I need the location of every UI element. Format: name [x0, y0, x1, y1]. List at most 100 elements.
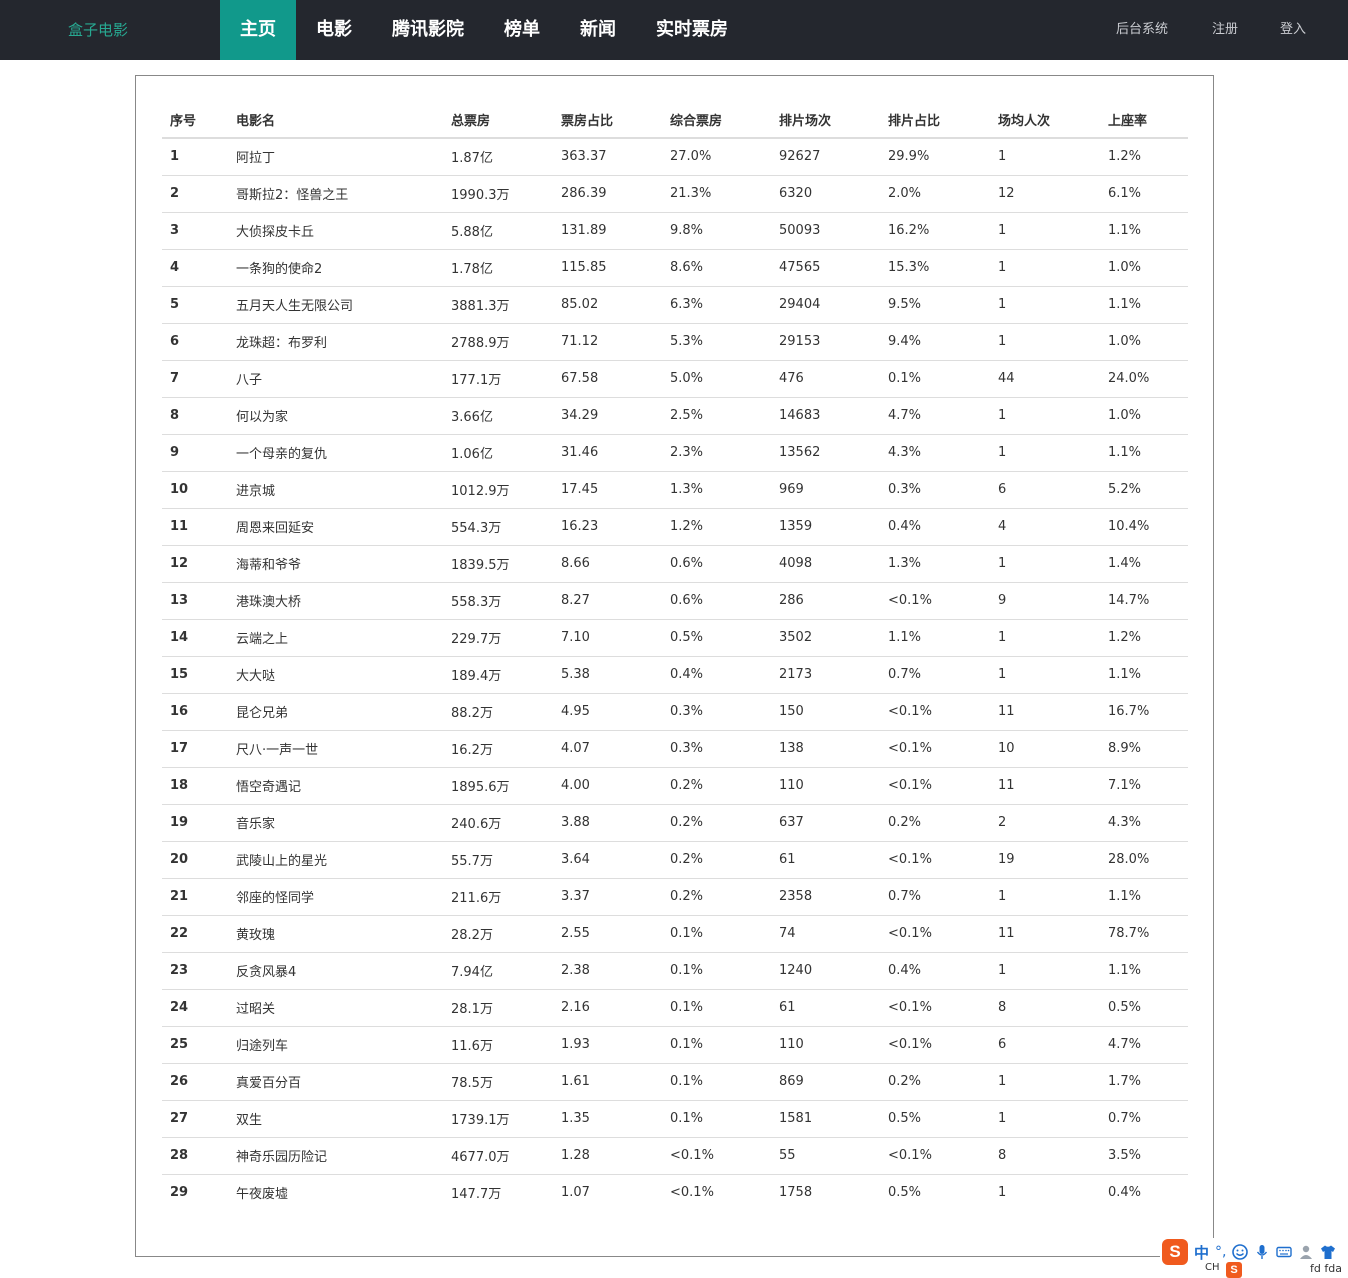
cell-rank: 5: [162, 286, 228, 324]
ime-logo-icon[interactable]: S: [1162, 1239, 1188, 1265]
cell-movie-name: 阿拉丁: [228, 138, 443, 176]
cell-screenings: 150: [771, 693, 880, 731]
ime-tail-text: fd fda: [1310, 1262, 1342, 1275]
nav-item-home[interactable]: 主页: [220, 0, 296, 60]
cell-total-boxoffice: 554.3万: [443, 508, 553, 546]
cell-movie-name: 周恩来回延安: [228, 508, 443, 546]
cell-avg-attendance: 1: [990, 138, 1100, 176]
nav-item-news[interactable]: 新闻: [560, 0, 636, 60]
cell-combined-boxoffice: 0.1%: [662, 1063, 771, 1101]
cell-screening-share: <0.1%: [880, 841, 990, 879]
cell-combined-boxoffice: 0.5%: [662, 619, 771, 657]
keyboard-icon[interactable]: [1276, 1244, 1293, 1260]
user-icon[interactable]: [1298, 1244, 1314, 1260]
cell-combined-boxoffice: 0.1%: [662, 952, 771, 990]
ime-punct-label[interactable]: °,: [1215, 1244, 1226, 1260]
cell-movie-name: 黄玫瑰: [228, 915, 443, 953]
cell-avg-attendance: 1: [990, 212, 1100, 250]
cell-screenings: 29404: [771, 286, 880, 324]
cell-avg-attendance: 1: [990, 545, 1100, 583]
cell-screening-share: 9.4%: [880, 323, 990, 361]
table-row: 15 大大哒 189.4万 5.38 0.4% 2173 0.7% 1 1.1%: [162, 656, 1188, 694]
cell-occupancy: 10.4%: [1100, 508, 1188, 546]
cell-occupancy: 3.5%: [1100, 1137, 1188, 1175]
cell-screenings: 138: [771, 730, 880, 768]
cell-movie-name: 港珠澳大桥: [228, 582, 443, 620]
brand-logo[interactable]: 盒子电影: [68, 0, 128, 60]
cell-occupancy: 0.4%: [1108, 1185, 1142, 1201]
cell-boxoffice-share: 31.46: [553, 434, 662, 472]
admin-link[interactable]: 后台系统: [1116, 0, 1168, 60]
cell-screenings: 1359: [771, 508, 880, 546]
cell-boxoffice-share: 4.07: [553, 730, 662, 768]
cell-occupancy: 14.7%: [1100, 582, 1188, 620]
cell-movie-name: 归途列车: [228, 1026, 443, 1064]
cell-screenings: 110: [771, 767, 880, 805]
cell-boxoffice-share: 17.45: [553, 471, 662, 509]
cell-combined-boxoffice: 0.2%: [662, 841, 771, 879]
cell-rank: 20: [162, 841, 228, 879]
cell-screening-share: 0.5%: [888, 1185, 922, 1201]
cell-combined-boxoffice: 21.3%: [662, 175, 771, 213]
cell-movie-name: 一个母亲的复仇: [228, 434, 443, 472]
nav-item-tencent-cinema[interactable]: 腾讯影院: [372, 0, 484, 60]
cell-screenings: 869: [771, 1063, 880, 1101]
cell-movie-name: 进京城: [228, 471, 443, 509]
cell-movie-name: 大侦探皮卡丘: [228, 212, 443, 250]
header-total-boxoffice: 总票房: [443, 101, 553, 139]
login-link[interactable]: 登入: [1280, 0, 1306, 60]
skin-shirt-icon[interactable]: [1320, 1244, 1336, 1260]
cell-rank: 21: [162, 878, 228, 916]
cell-total-boxoffice: 558.3万: [443, 582, 553, 620]
cell-rank: 29: [170, 1185, 189, 1201]
cell-rank: 11: [162, 508, 228, 546]
cell-movie-name: 邻座的怪同学: [228, 878, 443, 916]
cell-rank: 13: [162, 582, 228, 620]
cell-total-boxoffice: 7.94亿: [443, 952, 553, 990]
table-row: 22 黄玫瑰 28.2万 2.55 0.1% 74 <0.1% 11 78.7%: [162, 915, 1188, 953]
register-link[interactable]: 注册: [1212, 0, 1238, 60]
cell-total-boxoffice: 1.78亿: [443, 249, 553, 287]
table-row: 27 双生 1739.1万 1.35 0.1% 1581 0.5% 1 0.7%: [162, 1100, 1188, 1138]
cell-rank: 23: [162, 952, 228, 990]
table-row: 2 哥斯拉2：怪兽之王 1990.3万 286.39 21.3% 6320 2.0% 12 6.…: [162, 175, 1188, 213]
cell-avg-attendance: 11: [990, 693, 1100, 731]
cell-screenings: 969: [771, 471, 880, 509]
cell-occupancy: 1.1%: [1100, 212, 1188, 250]
nav-item-rankings[interactable]: 榜单: [484, 0, 560, 60]
cell-combined-boxoffice: 0.2%: [662, 804, 771, 842]
table-row: 8 何以为家 3.66亿 34.29 2.5% 14683 4.7% 1 1.0%: [162, 397, 1188, 435]
cell-combined-boxoffice: 9.8%: [662, 212, 771, 250]
cell-combined-boxoffice: 1.3%: [662, 471, 771, 509]
ime-small-logo-icon: S: [1226, 1262, 1242, 1278]
cell-occupancy: 1.1%: [1100, 878, 1188, 916]
cell-movie-name: 悟空奇遇记: [228, 767, 443, 805]
cell-rank: 3: [162, 212, 228, 250]
table-row: 18 悟空奇遇记 1895.6万 4.00 0.2% 110 <0.1% 11 7.1%: [162, 767, 1188, 805]
ime-mode-label[interactable]: 中: [1194, 1242, 1209, 1263]
cell-movie-name: 尺八·一声一世: [228, 730, 443, 768]
cell-occupancy: 1.1%: [1100, 286, 1188, 324]
cell-screenings: 50093: [771, 212, 880, 250]
nav-item-live-boxoffice[interactable]: 实时票房: [636, 0, 748, 60]
cell-movie-name: 八子: [228, 360, 443, 398]
cell-boxoffice-share: 7.10: [553, 619, 662, 657]
cell-movie-name: 一条狗的使命2: [228, 249, 443, 287]
cell-avg-attendance: 12: [990, 175, 1100, 213]
microphone-icon[interactable]: [1254, 1244, 1270, 1260]
cell-avg-attendance: 8: [990, 1137, 1100, 1175]
cell-screenings: 92627: [771, 138, 880, 176]
cell-screening-share: 2.0%: [880, 175, 990, 213]
table-row: 17 尺八·一声一世 16.2万 4.07 0.3% 138 <0.1% 10 8.9%: [162, 730, 1188, 768]
cell-screening-share: 0.7%: [880, 878, 990, 916]
cell-screening-share: <0.1%: [880, 582, 990, 620]
cell-screenings: 55: [771, 1137, 880, 1175]
cell-rank: 9: [162, 434, 228, 472]
cell-avg-attendance: 1: [990, 878, 1100, 916]
smiley-icon[interactable]: [1232, 1244, 1249, 1260]
cell-screening-share: 0.4%: [880, 952, 990, 990]
cell-screenings: 13562: [771, 434, 880, 472]
nav-item-movies[interactable]: 电影: [296, 0, 372, 60]
cell-screening-share: 1.1%: [880, 619, 990, 657]
cell-occupancy: 28.0%: [1100, 841, 1188, 879]
